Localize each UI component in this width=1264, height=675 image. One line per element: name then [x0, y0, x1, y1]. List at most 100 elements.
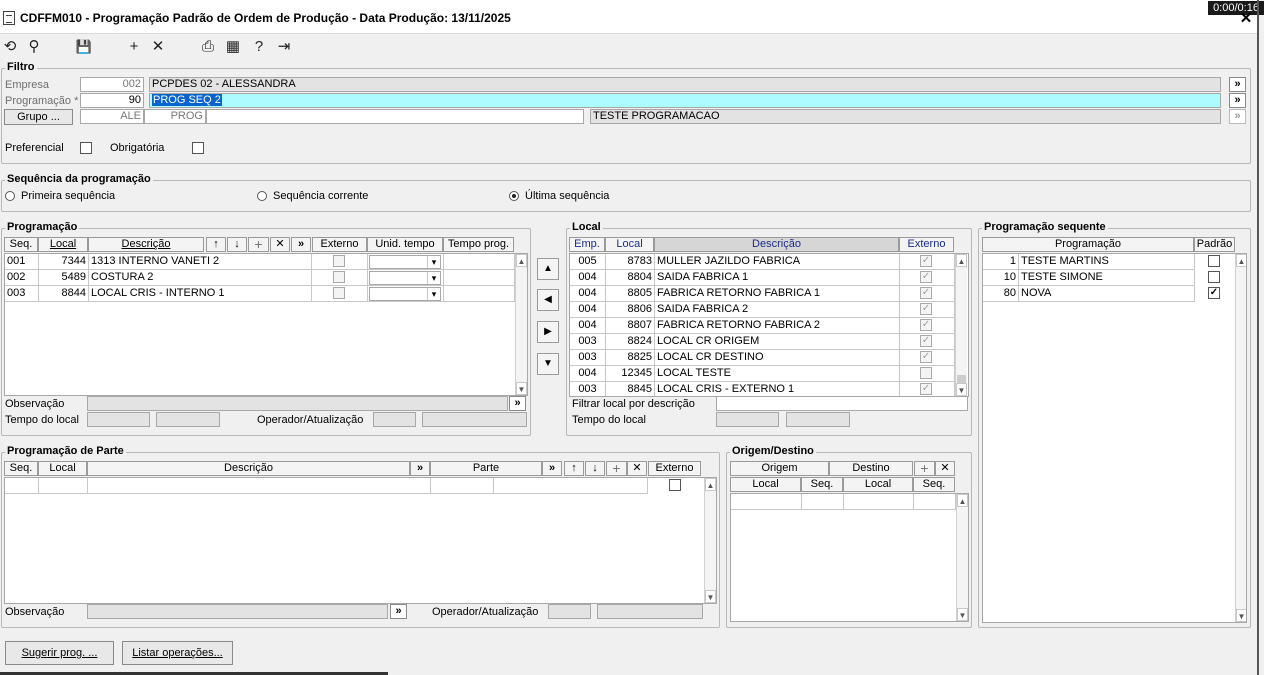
local-cell-descricao[interactable]: FABRICA RETORNO FABRICA 2 [655, 318, 900, 334]
od-cell-origem-local[interactable] [731, 494, 802, 510]
local-cell-local[interactable]: 8825 [606, 350, 655, 366]
local-cell-emp[interactable]: 005 [570, 254, 606, 270]
local-externo-checkbox[interactable]: ✓ [920, 319, 932, 331]
radio-corrente[interactable] [257, 191, 267, 201]
scroll-up-icon[interactable]: ▲ [1236, 254, 1246, 267]
od-header-origem[interactable]: Origem [730, 461, 829, 476]
parte-header-local[interactable]: Local [38, 461, 87, 476]
sequente-header-padrao[interactable]: Padrão [1194, 237, 1235, 252]
local-cell-externo[interactable]: ✓ [900, 302, 955, 318]
parte-header-seq[interactable]: Seq. [4, 461, 38, 476]
local-externo-checkbox[interactable]: ✓ [920, 335, 932, 347]
programacao-code-field[interactable]: 90 [80, 93, 144, 108]
prog-cell-local[interactable]: 5489 [39, 270, 89, 286]
prog-up-icon[interactable]: ↑ [206, 237, 226, 252]
sequente-cell-name[interactable]: TESTE MARTINS [1019, 254, 1195, 270]
parte-down-icon[interactable]: ↓ [585, 461, 605, 476]
local-cell-descricao[interactable]: LOCAL CR DESTINO [655, 350, 900, 366]
help-icon[interactable]: ? [249, 38, 269, 56]
prog-add-icon[interactable]: + [248, 237, 269, 252]
prog-down-icon[interactable]: ↓ [227, 237, 247, 252]
local-cell-externo[interactable]: ✓ [900, 254, 955, 270]
parte-cell-local[interactable] [39, 478, 88, 494]
local-cell-descricao[interactable]: LOCAL CR ORIGEM [655, 334, 900, 350]
prog-cell-unid[interactable] [368, 286, 444, 302]
local-header-externo[interactable]: Externo [899, 237, 954, 252]
local-header-emp[interactable]: Emp. [569, 237, 605, 252]
od-cell-origem-seq[interactable] [802, 494, 844, 510]
prog-externo-checkbox[interactable] [333, 271, 345, 283]
scroll-down-icon[interactable]: ▼ [956, 383, 967, 396]
od-scrollbar[interactable]: ▲ ▼ [956, 494, 968, 621]
prog-cell-seq[interactable]: 001 [5, 254, 39, 270]
sequente-cell-padrao[interactable]: ✓ [1195, 286, 1235, 302]
prog-header-local[interactable]: Local [38, 237, 88, 252]
prog-unid-dropdown[interactable] [369, 255, 441, 269]
local-cell-local[interactable]: 8805 [606, 286, 655, 302]
od-cell-destino-seq[interactable] [914, 494, 956, 510]
od-add-icon[interactable]: + [914, 461, 935, 476]
local-cell-emp[interactable]: 003 [570, 382, 606, 396]
parte-cell-parte[interactable] [494, 478, 648, 494]
prog-cell-tempo[interactable] [444, 270, 515, 286]
local-cell-local[interactable]: 8806 [606, 302, 655, 318]
grupo-empty-field[interactable] [206, 109, 584, 124]
od-header-destino-local[interactable]: Local [843, 477, 913, 492]
parte-desc-more-icon[interactable]: » [410, 461, 430, 476]
local-scrollbar[interactable]: ▲ ▼ [955, 254, 967, 396]
prog-header-unid[interactable]: Unid. tempo [367, 237, 443, 252]
parte-observacao-button[interactable]: » [390, 604, 407, 619]
sequente-cell-padrao[interactable] [1195, 270, 1235, 286]
local-cell-local[interactable]: 8845 [606, 382, 655, 396]
sequente-cell-name[interactable]: TESTE SIMONE [1019, 270, 1195, 286]
parte-cell-externo[interactable] [648, 478, 703, 494]
sequente-cell-code[interactable]: 80 [983, 286, 1019, 302]
prog-header-descricao[interactable]: Descrição [88, 237, 204, 252]
prog-header-tempo[interactable]: Tempo prog. [443, 237, 514, 252]
prog-header-seq[interactable]: Seq. [4, 237, 38, 252]
prog-more-icon[interactable]: » [291, 237, 311, 252]
local-cell-local[interactable]: 8783 [606, 254, 655, 270]
local-cell-descricao[interactable]: SAIDA FABRICA 2 [655, 302, 900, 318]
prog-cell-seq[interactable]: 002 [5, 270, 39, 286]
prog-cell-tempo[interactable] [444, 254, 515, 270]
calendar-icon[interactable]: ▦ [223, 38, 243, 56]
local-cell-local[interactable]: 8807 [606, 318, 655, 334]
local-cell-emp[interactable]: 004 [570, 366, 606, 382]
local-cell-descricao[interactable]: LOCAL TESTE [655, 366, 900, 382]
local-cell-descricao[interactable]: SAIDA FABRICA 1 [655, 270, 900, 286]
prog-cell-unid[interactable] [368, 270, 444, 286]
grupo-code1-field[interactable]: ALE [80, 109, 144, 124]
prog-unid-dropdown[interactable] [369, 271, 441, 285]
prog-unid-dropdown[interactable] [369, 287, 441, 301]
local-externo-checkbox[interactable]: ✓ [920, 303, 932, 315]
sequente-cell-padrao[interactable] [1195, 254, 1235, 270]
od-header-destino-seq[interactable]: Seq. [913, 477, 955, 492]
sequente-padrao-checkbox[interactable] [1208, 255, 1220, 267]
scroll-up-icon[interactable]: ▲ [516, 254, 527, 267]
move-right-icon[interactable]: ▶ [537, 321, 559, 343]
exit-icon[interactable]: ⇥ [274, 38, 294, 56]
local-cell-local[interactable]: 12345 [606, 366, 655, 382]
save-icon[interactable]: 💾 [74, 38, 94, 56]
local-externo-checkbox[interactable]: ✓ [920, 383, 932, 395]
local-cell-descricao[interactable]: FABRICA RETORNO FABRICA 1 [655, 286, 900, 302]
parte-externo-checkbox[interactable] [669, 479, 681, 491]
local-cell-emp[interactable]: 004 [570, 286, 606, 302]
od-header-origem-seq[interactable]: Seq. [801, 477, 843, 492]
local-cell-externo[interactable]: ✓ [900, 318, 955, 334]
od-cell-destino-local[interactable] [844, 494, 914, 510]
local-filtrar-input[interactable] [716, 396, 968, 411]
scroll-down-icon[interactable]: ▼ [957, 608, 968, 621]
parte-header-externo[interactable]: Externo [648, 461, 701, 476]
local-header-descricao[interactable]: Descrição [654, 237, 899, 252]
local-externo-checkbox[interactable]: ✓ [920, 255, 932, 267]
od-header-origem-local[interactable]: Local [730, 477, 801, 492]
listar-operacoes-button[interactable]: Listar operações... [122, 641, 233, 665]
parte-up-icon[interactable]: ↑ [564, 461, 584, 476]
local-externo-checkbox[interactable] [920, 367, 932, 379]
parte-header-descricao[interactable]: Descrição [87, 461, 410, 476]
local-cell-local[interactable]: 8824 [606, 334, 655, 350]
prog-cell-local[interactable]: 8844 [39, 286, 89, 302]
sugerir-prog-button[interactable]: Sugerir prog. ... [5, 641, 114, 665]
